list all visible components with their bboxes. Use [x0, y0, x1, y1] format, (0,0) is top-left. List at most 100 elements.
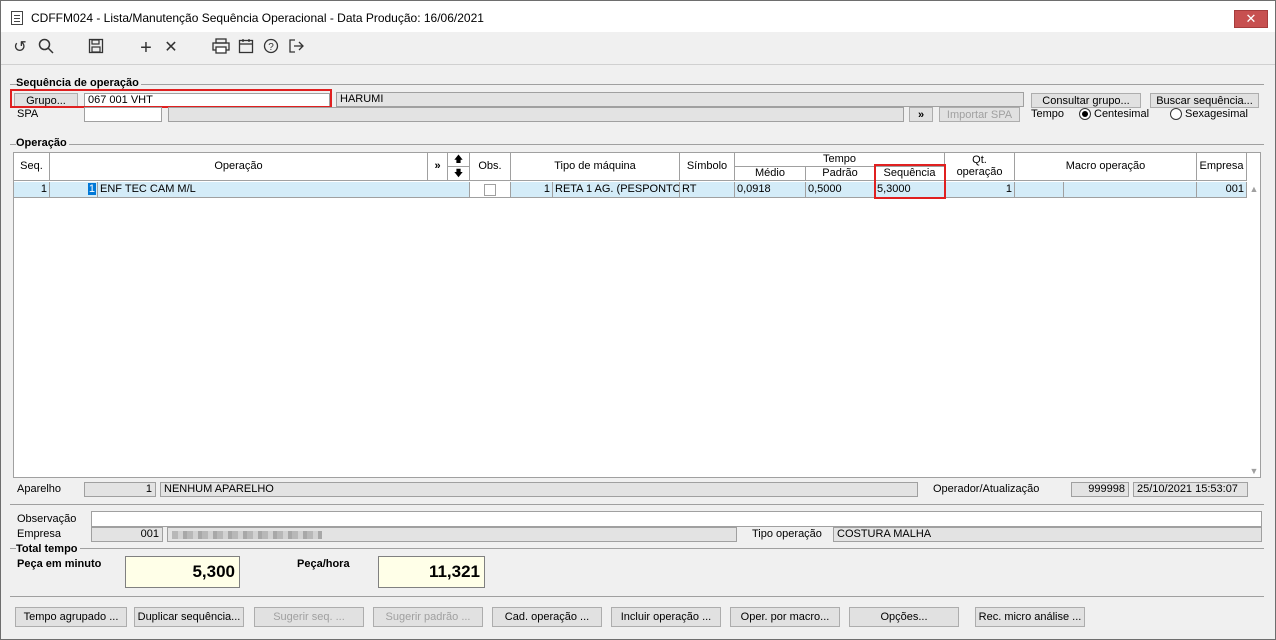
tipo-operacao-label: Tipo operação: [752, 528, 822, 540]
col-header-padrao[interactable]: Padrão: [806, 167, 875, 181]
aparelho-code-field: 1: [84, 482, 156, 497]
operador-code-field: 999998: [1071, 482, 1129, 497]
toolbar-divider: [1, 64, 1275, 65]
col-header-sequencia[interactable]: Sequência: [875, 167, 945, 181]
operador-date-field: 25/10/2021 15:53:07: [1133, 482, 1248, 497]
grupo-button[interactable]: Grupo...: [14, 93, 78, 108]
window-title: CDFFM024 - Lista/Manutenção Sequência Op…: [31, 11, 484, 25]
blurred-company-name: [172, 531, 322, 539]
importar-spa-button[interactable]: Importar SPA: [939, 107, 1020, 122]
scroll-down-icon[interactable]: ▼: [1248, 466, 1260, 476]
row-op-name[interactable]: ENF TEC CAM M/L: [98, 182, 470, 198]
row-qt[interactable]: 1: [945, 182, 1015, 198]
cad-operacao-button[interactable]: Cad. operação ...: [492, 607, 602, 627]
buttons-divider: [10, 596, 1264, 597]
aparelho-name-field: NENHUM APARELHO: [160, 482, 918, 497]
row-empresa[interactable]: 001: [1197, 182, 1247, 198]
col-header-operacao[interactable]: Operação: [50, 153, 428, 181]
col-header-medio[interactable]: Médio: [735, 167, 806, 181]
scroll-up-icon[interactable]: ▲: [1248, 184, 1260, 194]
row-op-code[interactable]: 1: [50, 182, 98, 198]
col-header-qt-line2: operação: [956, 166, 1003, 178]
row-macro-name[interactable]: [1064, 182, 1197, 198]
peca-minuto-label: Peça em minuto: [17, 558, 102, 570]
svg-text:?: ?: [268, 42, 274, 53]
operations-grid: [13, 152, 1261, 478]
grupo-name-field: HARUMI: [336, 92, 1024, 107]
search-icon[interactable]: [36, 38, 56, 58]
col-header-empresa[interactable]: Empresa: [1197, 153, 1247, 181]
row-medio[interactable]: 0,0918: [735, 182, 806, 198]
buscar-sequencia-button[interactable]: Buscar sequência...: [1150, 93, 1259, 108]
peca-hora-value: 11,321: [378, 556, 485, 588]
row-seq[interactable]: 1: [14, 182, 50, 198]
calendar-icon[interactable]: [236, 38, 256, 58]
move-up-arrow-icon[interactable]: 🡅: [448, 153, 470, 167]
duplicar-sequencia-button[interactable]: Duplicar sequência...: [134, 607, 244, 627]
peca-minuto-value: 5,300: [125, 556, 240, 588]
exit-icon[interactable]: [286, 38, 306, 58]
row-macro-code[interactable]: [1015, 182, 1064, 198]
row-sequencia[interactable]: 5,3000: [875, 182, 945, 198]
grupo-code-field[interactable]: 067 001 VHT: [84, 93, 330, 108]
opcoes-button[interactable]: Opções...: [849, 607, 959, 627]
total-divider: [10, 548, 1264, 549]
app-document-icon: [11, 11, 23, 25]
help-icon[interactable]: ?: [261, 38, 281, 58]
undo-icon[interactable]: ↺: [10, 38, 30, 58]
observacao-label: Observação: [17, 513, 77, 525]
spa-description-field: [168, 107, 904, 122]
sexagesimal-radio[interactable]: [1170, 108, 1182, 120]
aparelho-label: Aparelho: [17, 483, 62, 495]
col-header-seq[interactable]: Seq.: [14, 153, 50, 181]
consultar-grupo-button[interactable]: Consultar grupo...: [1031, 93, 1141, 108]
spa-label: SPA: [17, 108, 39, 120]
tempo-label: Tempo: [1031, 108, 1065, 120]
close-window-button[interactable]: ✕: [1234, 10, 1268, 28]
move-down-arrow-icon[interactable]: 🡇: [448, 167, 470, 181]
col-header-macro-operacao[interactable]: Macro operação: [1015, 153, 1197, 181]
operacao-group-label: Operação: [16, 137, 69, 149]
sugerir-seq-button[interactable]: Sugerir seq. ...: [254, 607, 364, 627]
empresa-code-field: 001: [91, 527, 163, 542]
toolbar: [1, 32, 1275, 64]
col-header-qt-line1: Qt.: [972, 154, 987, 166]
operacao-group-line: [10, 144, 1264, 145]
row-tipo-name[interactable]: RETA 1 AG. (PESPONTO S: [553, 182, 680, 198]
save-icon[interactable]: [86, 38, 106, 58]
tipo-operacao-field: COSTURA MALHA: [833, 527, 1262, 542]
col-header-expand[interactable]: »: [428, 153, 448, 181]
col-header-tipo-maquina[interactable]: Tipo de máquina: [511, 153, 680, 181]
col-header-qt-operacao[interactable]: Qt. operação: [945, 153, 1015, 181]
observacao-input[interactable]: [91, 511, 1262, 527]
col-header-simbolo[interactable]: Símbolo: [680, 153, 735, 181]
row-obs-checkbox[interactable]: [484, 184, 496, 196]
empresa-label: Empresa: [17, 528, 62, 540]
row-padrao[interactable]: 0,5000: [806, 182, 875, 198]
print-icon[interactable]: [211, 38, 231, 58]
row-simbolo[interactable]: RT: [680, 182, 735, 198]
operador-label: Operador/Atualização: [933, 483, 1040, 495]
centesimal-label: Centesimal: [1094, 108, 1150, 120]
col-header-tempo: Tempo: [735, 153, 945, 167]
oper-por-macro-button[interactable]: Oper. por macro...: [730, 607, 840, 627]
sexagesimal-label: Sexagesimal: [1185, 108, 1248, 120]
sugerir-padrao-button[interactable]: Sugerir padrão ...: [373, 607, 483, 627]
spa-expand-button[interactable]: »: [909, 107, 933, 122]
row-op-code-text: 1: [87, 183, 96, 195]
sequencia-group-line: [10, 84, 1264, 85]
col-header-obs[interactable]: Obs.: [470, 153, 511, 181]
centesimal-radio[interactable]: [1079, 108, 1091, 120]
tempo-agrupado-button[interactable]: Tempo agrupado ...: [15, 607, 127, 627]
row-obs-cell: [470, 182, 511, 198]
delete-icon[interactable]: ✕: [161, 38, 181, 58]
empresa-name-field: [167, 527, 737, 542]
incluir-operacao-button[interactable]: Incluir operação ...: [611, 607, 721, 627]
spa-input[interactable]: [84, 107, 162, 122]
footer-divider: [10, 504, 1264, 505]
rec-micro-analise-button[interactable]: Rec. micro análise ...: [975, 607, 1085, 627]
add-icon[interactable]: +: [136, 38, 156, 58]
row-tipo-num[interactable]: 1: [511, 182, 553, 198]
sequencia-group-label: Sequência de operação: [16, 77, 141, 89]
peca-hora-label: Peça/hora: [297, 558, 350, 570]
